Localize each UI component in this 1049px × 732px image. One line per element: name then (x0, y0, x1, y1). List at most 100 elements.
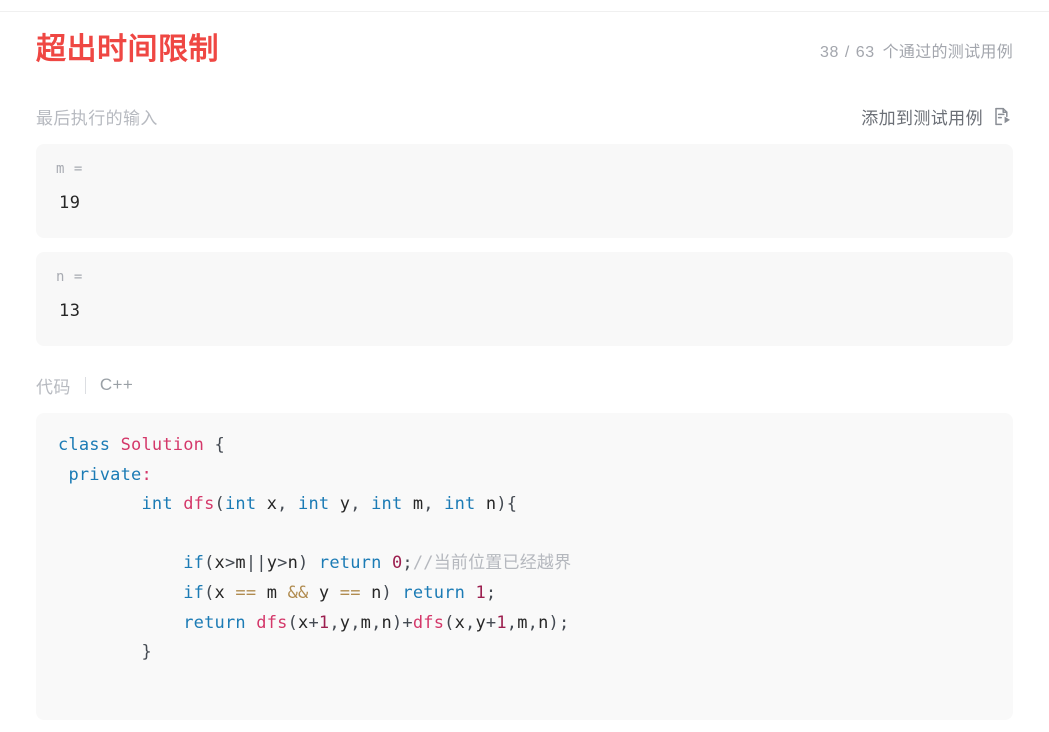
code-token: ; (402, 553, 413, 574)
code-token: , (371, 612, 382, 633)
code-token: int (371, 494, 413, 515)
code-token: m (517, 612, 528, 633)
last-input-label: 最后执行的输入 (36, 108, 158, 128)
code-token: //当前位置已经越界 (412, 553, 572, 574)
code-line: private: (58, 461, 1013, 491)
file-play-icon (992, 106, 1013, 127)
code-token: y (266, 553, 278, 574)
code-token: n (360, 582, 382, 603)
code-token: 1 (496, 612, 507, 633)
code-token: dfs (412, 612, 445, 633)
code-token: 1 (475, 582, 486, 603)
code-token: x (298, 612, 309, 633)
code-token: } (58, 642, 152, 663)
testcase-total: 63 (855, 44, 875, 61)
testcase-count-numbers: 38 / 63 (820, 44, 875, 62)
code-token: return (318, 553, 392, 574)
code-header-divider (84, 376, 86, 394)
code-token: n (381, 612, 392, 633)
code-token: y (339, 494, 351, 515)
code-token: return (402, 582, 476, 603)
input-key-m: m = (56, 161, 83, 177)
code-token: 1 (318, 612, 330, 633)
input-card-m: m = 19 (36, 144, 1013, 238)
code-label: 代码 (36, 377, 71, 397)
code-token: int (141, 494, 184, 515)
code-token: m (412, 494, 424, 515)
code-token: { (204, 435, 225, 455)
code-token: ; (485, 582, 497, 603)
code-token: == (339, 582, 361, 603)
testcase-count-label: 个通过的测试用例 (882, 44, 1013, 61)
code-token: m (235, 553, 246, 574)
input-value-n: 13 (59, 301, 81, 321)
code-block: class Solution { private: int dfs(int x,… (36, 413, 1013, 720)
code-token: int (444, 494, 486, 515)
code-token: int (298, 494, 340, 515)
code-token: ); (548, 612, 570, 633)
code-line: if(x>m||y>n) return 0;//当前位置已经越界 (58, 549, 1013, 579)
code-token: n (287, 553, 299, 574)
add-to-testcase-button[interactable]: 添加到测试用例 (861, 104, 1013, 129)
code-token: int (224, 494, 267, 515)
code-token: == (235, 582, 257, 603)
submission-result-page: 超出时间限制 38 / 63 个通过的测试用例 最后执行的输入 添加到测试用例 m … (0, 0, 1049, 732)
code-token: ( (444, 612, 455, 633)
input-card-n: n = 13 (36, 252, 1013, 346)
code-token: )+ (391, 612, 413, 633)
code-token: y (475, 612, 486, 633)
add-to-testcase-label: 添加到测试用例 (861, 108, 983, 128)
code-token: ( (287, 612, 299, 633)
status-title: 超出时间限制 (36, 33, 219, 66)
code-line: return dfs(x+1,y,m,n)+dfs(x,y+1,m,n); (58, 609, 1013, 639)
code-token: , (506, 612, 518, 633)
code-token: ( (204, 553, 215, 574)
code-section-header: 代码 C++ (36, 373, 133, 397)
code-token: ( (214, 494, 225, 515)
status-header: 超出时间限制 38 / 63 个通过的测试用例 (36, 24, 1013, 76)
code-token: m (360, 612, 372, 633)
code-token: || (245, 553, 267, 574)
code-token: private (68, 464, 142, 485)
testcase-passed: 38 (820, 44, 839, 61)
code-token: && (287, 582, 309, 603)
code-token: dfs (256, 612, 288, 633)
code-line: } (58, 638, 1013, 668)
code-token: n (538, 612, 549, 633)
code-token: x (214, 582, 236, 603)
code-token: + (485, 612, 497, 633)
code-token: y (339, 612, 351, 633)
testcase-count: 38 / 63 个通过的测试用例 (820, 38, 1013, 62)
code-token: : (141, 464, 152, 485)
input-value-m: 19 (59, 193, 81, 213)
code-language: C++ (99, 375, 134, 394)
code-token: , (350, 494, 372, 515)
code-token: dfs (183, 494, 215, 515)
code-token: return (183, 612, 257, 633)
code-token: class (58, 435, 121, 455)
code-token: Solution (120, 435, 205, 455)
last-input-header: 最后执行的输入 添加到测试用例 (36, 99, 1013, 133)
code-token: y (308, 582, 340, 603)
code-token: ){ (496, 494, 518, 515)
code-token: m (256, 582, 288, 603)
code-token: > (224, 553, 236, 574)
code-token: x (454, 612, 466, 633)
code-body: class Solution { private: int dfs(int x,… (36, 413, 1013, 668)
code-token: , (277, 494, 299, 515)
testcase-separator: / (844, 44, 850, 61)
code-token: , (423, 494, 445, 515)
top-divider (0, 11, 1049, 12)
code-token: , (329, 612, 340, 633)
code-token: if (183, 582, 205, 603)
code-token: > (277, 553, 288, 574)
code-token: x (266, 494, 278, 515)
code-token: ) (298, 553, 319, 574)
code-token: , (465, 612, 476, 633)
